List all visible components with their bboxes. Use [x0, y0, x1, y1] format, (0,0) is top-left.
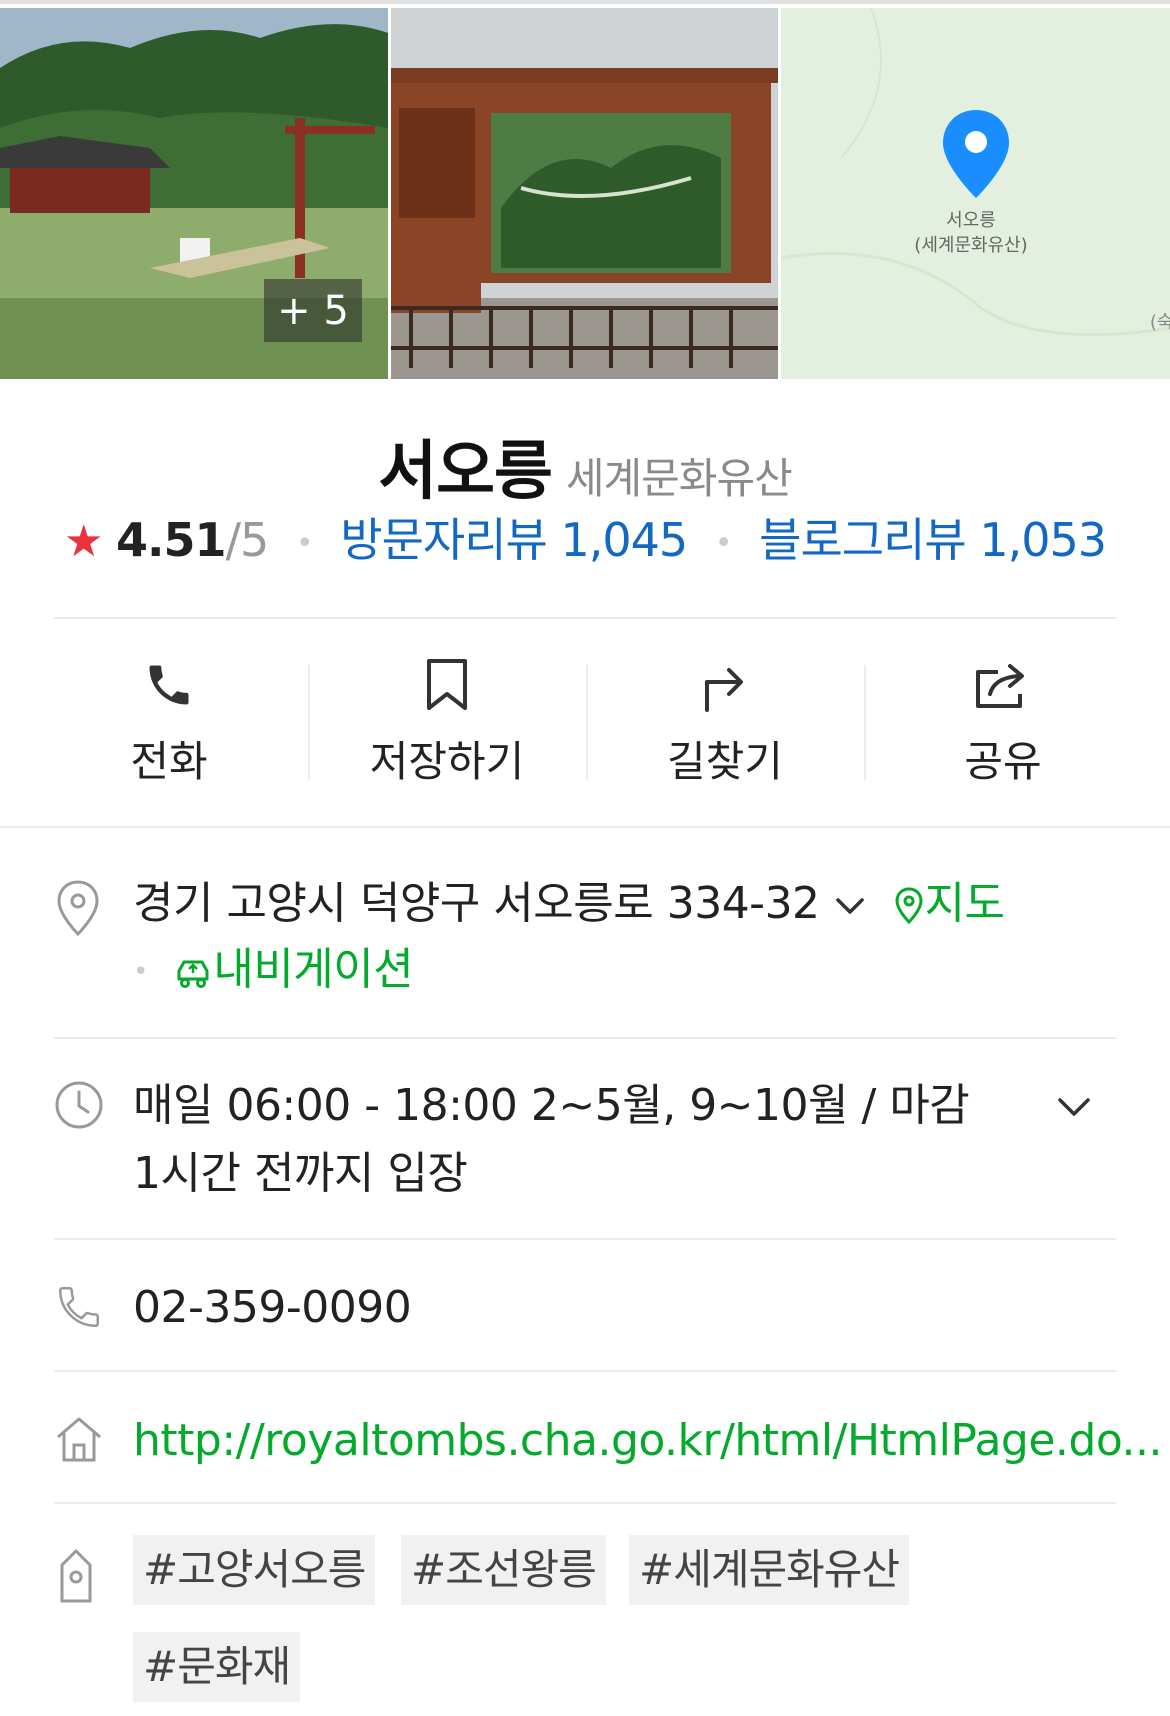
- car-navigation-icon: [177, 960, 209, 988]
- gallery-photo-guide-map-board[interactable]: [391, 8, 778, 379]
- navigation-link-label: 내비게이션: [213, 944, 414, 995]
- save-label: 저장하기: [369, 737, 525, 786]
- map-pin-label-sub: (세계문화유산): [914, 235, 1028, 256]
- share-button[interactable]: 공유: [864, 650, 1142, 789]
- rating-row: ★ 4.51/5 • 방문자리뷰 1,045 • 블로그리뷰 1,053: [0, 510, 1170, 574]
- tags-row: #고양서오릉 #조선왕릉 #세계문화유산 #문화재: [0, 1535, 1170, 1716]
- phone-row: 02-359-0090: [0, 1270, 1170, 1350]
- chevron-down-icon[interactable]: [1054, 1090, 1094, 1124]
- map-link[interactable]: 지도: [893, 878, 1005, 929]
- separator-dot: •: [133, 957, 148, 987]
- separator-dot: •: [295, 525, 314, 561]
- bookmark-icon: [427, 659, 467, 710]
- divider: [54, 1502, 1116, 1504]
- divider: [0, 826, 1170, 828]
- divider: [54, 1238, 1116, 1240]
- place-title-row: 서오릉 세계문화유산: [0, 420, 1170, 512]
- separator-dot: •: [714, 525, 733, 561]
- home-icon: [57, 1417, 101, 1462]
- hashtag-chip[interactable]: #문화재: [133, 1632, 301, 1702]
- homepage-row: http://royaltombs.cha.go.kr/html/HtmlPag…: [0, 1403, 1170, 1483]
- map-pin-icon: [943, 110, 1009, 198]
- clock-icon: [55, 1081, 103, 1129]
- hashtag-chip[interactable]: #고양서오릉: [133, 1535, 376, 1605]
- blog-reviews-link[interactable]: 블로그리뷰 1,053: [759, 513, 1107, 567]
- share-label: 공유: [964, 737, 1042, 786]
- tag-icon: [60, 1549, 92, 1603]
- hours-row[interactable]: 매일 06:00 - 18:00 2~5월, 9~10월 / 마감 1시간 전까…: [0, 1072, 1170, 1212]
- map-link-label: 지도: [924, 878, 1005, 929]
- address-text[interactable]: 경기 고양시 덕양구 서오릉로 334-32: [133, 878, 820, 929]
- hashtag-chip[interactable]: #조선왕릉: [401, 1535, 606, 1605]
- hours-line-1: 매일 06:00 - 18:00 2~5월, 9~10월 / 마감: [133, 1080, 970, 1131]
- chevron-down-icon[interactable]: [833, 889, 867, 923]
- action-bar: 전화 저장하기 길찾기 공유: [0, 620, 1170, 800]
- address-row: 경기 고양시 덕양구 서오릉로 334-32 지도 • 내비게이션: [0, 870, 1170, 1010]
- rating-max: /5: [225, 513, 270, 567]
- gallery-map-preview[interactable]: 서오릉 (세계문화유산) (숙종: [781, 8, 1170, 379]
- directions-button[interactable]: 길찾기: [586, 650, 864, 789]
- guide-board-photo: [391, 8, 778, 379]
- phone-icon: [149, 665, 189, 705]
- homepage-link[interactable]: http://royaltombs.cha.go.kr/html/HtmlPag…: [133, 1407, 1162, 1475]
- phone-number[interactable]: 02-359-0090: [133, 1274, 412, 1342]
- star-icon: ★: [63, 516, 103, 567]
- gallery-photo-tomb-shrine[interactable]: + 5: [0, 8, 388, 379]
- save-button[interactable]: 저장하기: [308, 650, 586, 789]
- divider: [54, 1037, 1116, 1039]
- place-name: 서오릉: [378, 435, 553, 509]
- share-icon: [976, 664, 1024, 708]
- divider: [54, 1370, 1116, 1372]
- hashtag-chip[interactable]: #세계문화유산: [629, 1535, 910, 1605]
- rating-score: 4.51: [116, 513, 226, 567]
- more-photos-badge[interactable]: + 5: [264, 279, 362, 342]
- map-marker-icon: [895, 887, 923, 925]
- call-label: 전화: [130, 737, 208, 786]
- place-category: 세계문화유산: [565, 454, 793, 503]
- visitor-reviews-link[interactable]: 방문자리뷰 1,045: [340, 513, 688, 567]
- location-pin-icon: [57, 880, 99, 937]
- photo-gallery: + 5 서오릉 (세계문화유산) (숙: [0, 0, 1170, 379]
- phone-outline-icon: [58, 1287, 99, 1328]
- map-pin-label-name: 서오릉: [946, 210, 996, 231]
- hours-line-2: 1시간 전까지 입장: [133, 1148, 468, 1199]
- call-button[interactable]: 전화: [30, 650, 308, 789]
- map-pin-label: 서오릉 (세계문화유산): [901, 208, 1041, 258]
- map-edge-label: (숙종: [1149, 312, 1170, 333]
- divider: [54, 617, 1116, 619]
- navigation-link[interactable]: 내비게이션: [173, 944, 414, 995]
- directions-label: 길찾기: [667, 737, 783, 786]
- directions-icon: [705, 668, 743, 712]
